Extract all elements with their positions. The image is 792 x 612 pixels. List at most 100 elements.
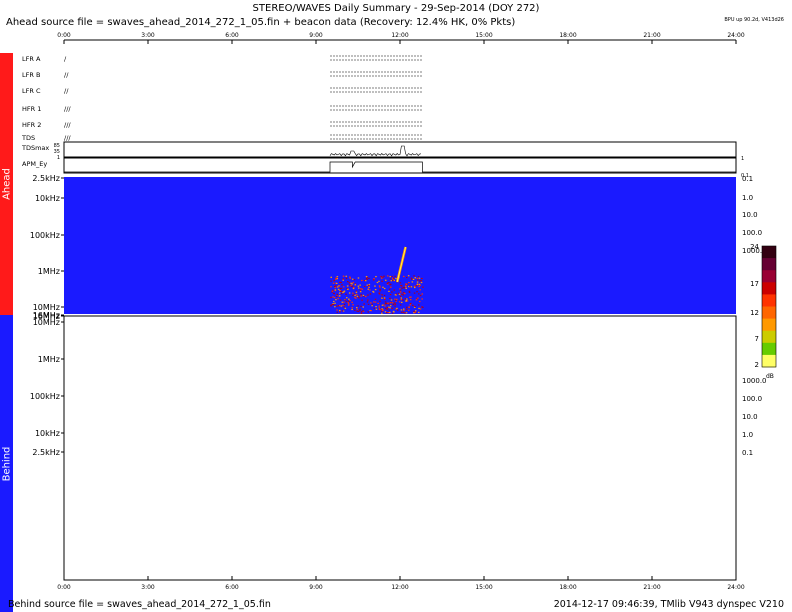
ahead-activity-pixel [342, 278, 344, 280]
hk-row-label: TDSmax [21, 144, 49, 152]
ahead-activity-pixel [389, 311, 391, 313]
ahead-activity-pixel [359, 289, 362, 291]
ahead-activity-pixel [383, 297, 386, 299]
top-time-tick-label: 21:00 [643, 32, 660, 39]
ahead-activity-pixel [422, 306, 424, 308]
ahead-activity-pixel [399, 289, 402, 291]
ahead-activity-pixel [397, 309, 399, 311]
ahead-activity-pixel [342, 275, 345, 277]
ahead-activity-pixel [409, 299, 412, 301]
ahead-activity-pixel [389, 294, 392, 296]
ahead-activity-pixel [398, 301, 401, 303]
hk-row-marker: /// [64, 121, 71, 129]
ahead-activity-pixel [330, 276, 332, 278]
ahead-activity-pixel [394, 298, 396, 300]
behind-ytick-label: 10kHz [35, 429, 60, 438]
colorbar-segment [762, 282, 776, 295]
ahead-activity-pixel [406, 306, 408, 308]
ahead-activity-pixel [370, 310, 372, 312]
ahead-activity-pixel [388, 288, 391, 290]
ahead-activity-pixel [348, 282, 351, 284]
ahead-activity-pixel [339, 281, 341, 283]
ahead-activity-pixel [385, 279, 387, 281]
ahead-activity-pixel [330, 280, 332, 282]
ahead-activity-pixel [418, 293, 420, 295]
ahead-activity-pixel [362, 310, 364, 312]
ahead-activity-pixel [378, 293, 381, 295]
ahead-activity-pixel [390, 283, 392, 285]
ahead-activity-pixel [389, 297, 391, 299]
ahead-activity-pixel [339, 288, 342, 290]
behind-ytick-label: 10MHz [33, 318, 60, 327]
ahead-activity-pixel [384, 303, 387, 305]
top-time-tick-label: 6:00 [225, 32, 239, 39]
ahead-activity-pixel [336, 282, 338, 284]
ahead-activity-pixel [353, 279, 356, 281]
ahead-activity-pixel [413, 285, 416, 287]
ahead-activity-pixel [407, 275, 410, 277]
ahead-activity-pixel [349, 300, 351, 302]
ahead-activity-pixel [374, 289, 377, 291]
ahead-activity-pixel [391, 307, 394, 309]
ahead-activity-pixel [368, 286, 370, 288]
ahead-activity-pixel [342, 304, 344, 306]
ahead-activity-pixel [345, 300, 348, 303]
ahead-activity-pixel [356, 307, 358, 309]
ahead-activity-pixel [369, 293, 372, 295]
ahead-activity-pixel [406, 276, 408, 279]
ahead-activity-pixel [336, 276, 339, 278]
ahead-activity-pixel [341, 301, 343, 303]
bottom-time-tick-label: 24:00 [727, 584, 744, 591]
ahead-activity-pixel [334, 302, 336, 304]
ahead-activity-pixel [339, 290, 342, 292]
ahead-activity-pixel [390, 299, 393, 301]
ahead-ytick-label: 100kHz [30, 231, 60, 240]
ahead-activity-pixel [374, 285, 376, 287]
ahead-activity-pixel [419, 308, 422, 310]
ahead-activity-pixel [410, 286, 413, 288]
ahead-activity-pixel [417, 276, 420, 278]
ahead-activity-pixel [355, 290, 358, 292]
ahead-activity-pixel [400, 284, 402, 287]
ahead-activity-pixel [338, 305, 341, 307]
ahead-activity-pixel [408, 282, 410, 284]
ahead-activity-pixel [353, 286, 355, 289]
ahead-activity-pixel [339, 295, 341, 297]
ahead-activity-pixel [372, 279, 375, 281]
ahead-activity-pixel [354, 294, 356, 296]
ahead-activity-pixel [405, 287, 407, 289]
ahead-activity-pixel [356, 293, 358, 296]
ahead-activity-pixel [391, 275, 393, 278]
ahead-activity-pixel [348, 303, 350, 305]
ahead-activity-pixel [338, 285, 341, 287]
ahead-activity-pixel [331, 290, 334, 292]
ahead-activity-pixel [337, 288, 340, 290]
ahead-activity-pixel [361, 279, 363, 282]
ahead-activity-pixel [373, 278, 375, 280]
ahead-activity-pixel [360, 312, 363, 314]
ahead-activity-pixel [403, 275, 405, 278]
ahead-activity-pixel [418, 283, 421, 285]
ahead-activity-pixel [379, 308, 381, 311]
colorbar-segment [762, 258, 776, 271]
ahead-activity-pixel [419, 289, 421, 291]
ahead-activity-pixel [367, 294, 369, 296]
ahead-ytick-label: 2.5kHz [32, 174, 60, 183]
ahead-activity-pixel [401, 287, 403, 289]
ahead-activity-pixel [365, 295, 367, 298]
ahead-activity-pixel [340, 293, 343, 295]
behind-ytick-label: 1MHz [38, 355, 60, 364]
ahead-activity-pixel [406, 298, 408, 300]
ahead-activity-pixel [333, 280, 335, 282]
top-time-tick-label: 12:00 [391, 32, 408, 39]
ahead-activity-pixel [343, 306, 345, 308]
ahead-activity-pixel [396, 298, 398, 300]
ahead-activity-pixel [415, 299, 418, 301]
colorbar-segment [762, 270, 776, 283]
ahead-activity-pixel [408, 306, 410, 308]
ahead-activity-pixel [372, 291, 375, 293]
ahead-activity-pixel [402, 294, 405, 296]
ahead-activity-pixel [350, 282, 352, 284]
ahead-activity-pixel [335, 299, 337, 301]
behind-right-tick-label: 100.0 [742, 395, 762, 403]
